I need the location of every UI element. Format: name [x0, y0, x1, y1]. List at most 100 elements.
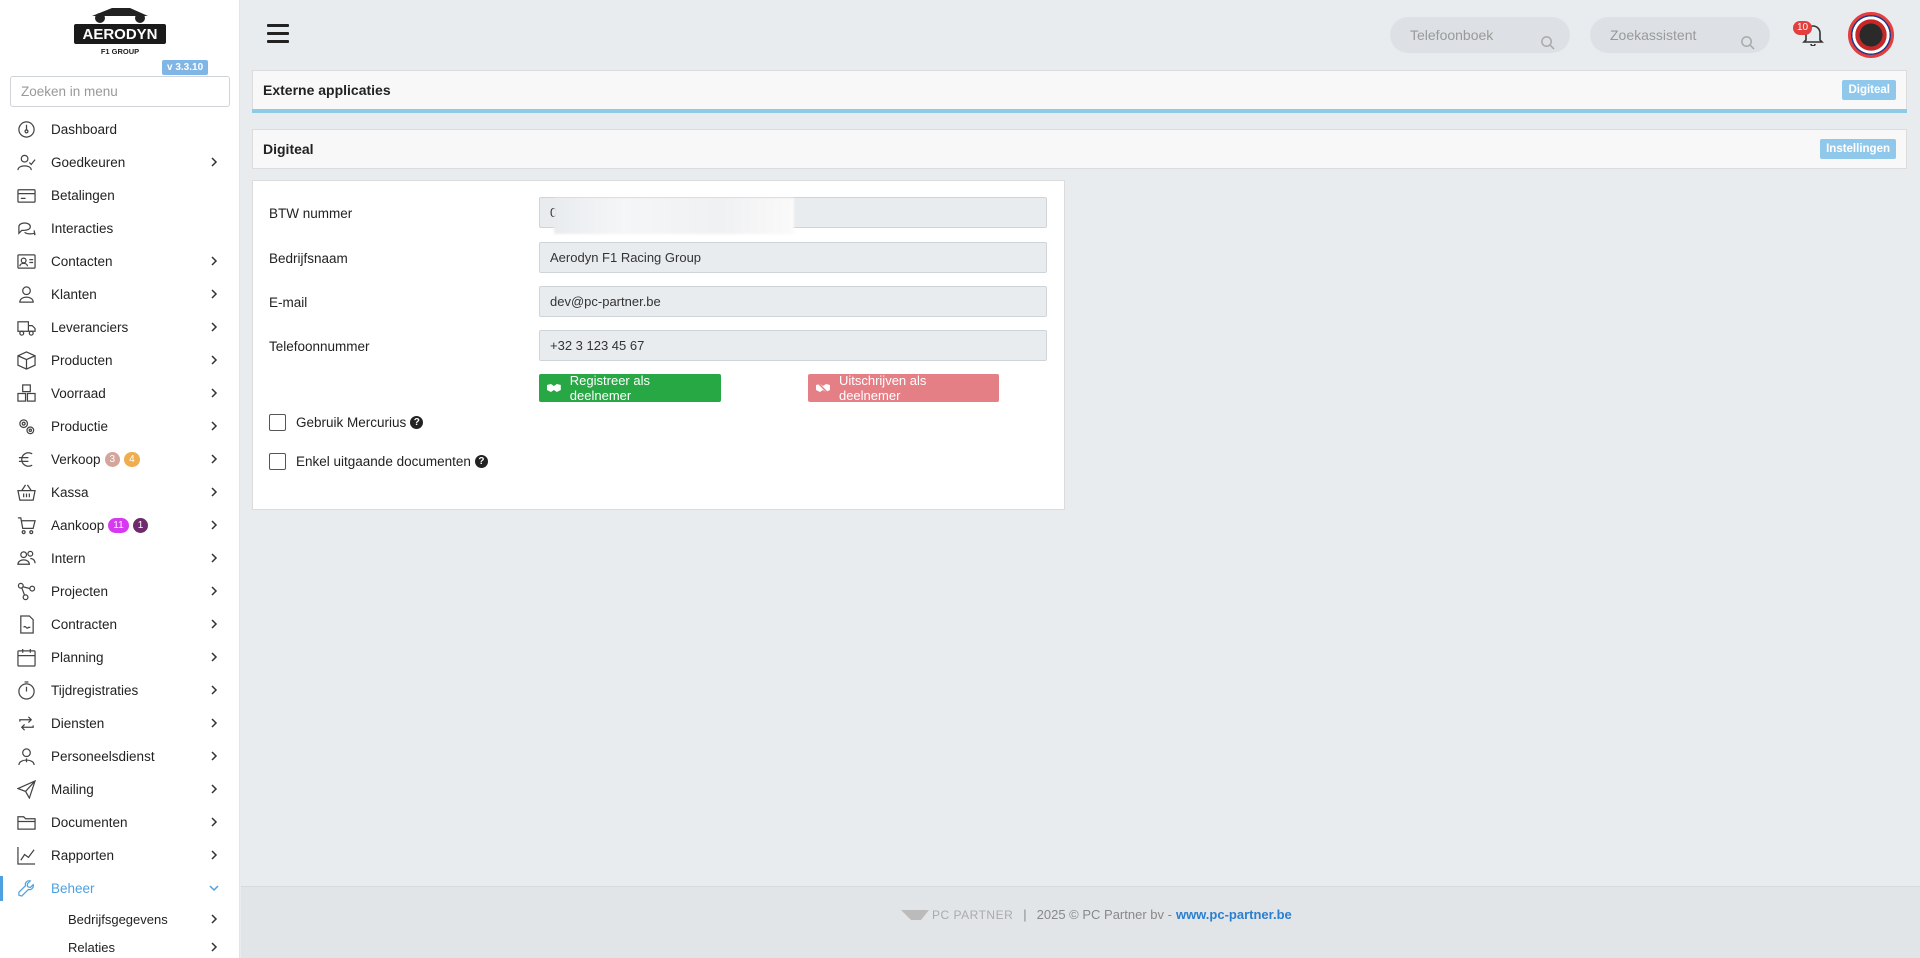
sidebar-item-rapporten[interactable]: Rapporten: [0, 839, 239, 872]
digiteal-section-header: Digiteal Instellingen: [252, 129, 1907, 169]
sidebar-item-leveranciers[interactable]: Leveranciers: [0, 311, 239, 344]
count-badge: 4: [124, 452, 140, 467]
sidebar-item-documenten[interactable]: Documenten: [0, 806, 239, 839]
handshake-icon: [547, 384, 561, 392]
sidebar-item-diensten[interactable]: Diensten: [0, 707, 239, 740]
sidebar-item-beheer[interactable]: Beheer: [0, 872, 239, 905]
sidebar-item-kassa[interactable]: Kassa: [0, 476, 239, 509]
box-icon: [16, 351, 36, 371]
chevron-down-icon: [208, 882, 220, 894]
sidebar-item-label: Verkoop: [51, 452, 101, 467]
chat-icon: [16, 219, 36, 239]
sidebar-subitem-relaties[interactable]: Relaties: [0, 933, 239, 958]
euro-icon: [16, 450, 36, 470]
hamburger-menu-icon[interactable]: [267, 24, 289, 46]
sidebar-item-aankoop[interactable]: Aankoop 11 1: [0, 509, 239, 542]
sidebar-item-tijdregistraties[interactable]: Tijdregistraties: [0, 674, 239, 707]
sidebar-item-label: Tijdregistraties: [51, 683, 139, 698]
sidebar-item-dashboard[interactable]: Dashboard: [0, 113, 239, 146]
email-field[interactable]: dev@pc-partner.be: [539, 286, 1047, 317]
section-title: Digiteal: [263, 141, 314, 157]
email-label: E-mail: [269, 295, 308, 310]
sidebar-item-label: Mailing: [51, 782, 94, 797]
chevron-right-icon: [208, 156, 220, 168]
sidebar-item-mailing[interactable]: Mailing: [0, 773, 239, 806]
vat-number-field[interactable]: 0: [539, 197, 1047, 234]
mercurius-label: Gebruik Mercurius: [296, 415, 407, 430]
chevron-right-icon: [208, 651, 220, 663]
truck-icon: [16, 318, 36, 338]
sidebar-item-planning[interactable]: Planning: [0, 641, 239, 674]
unregister-participant-button[interactable]: Uitschrijven als deelnemer: [808, 373, 999, 403]
assistant-search[interactable]: Zoekassistent: [1590, 17, 1770, 53]
outgoing-only-label: Enkel uitgaande documenten: [296, 454, 471, 469]
sidebar-item-label: Documenten: [51, 815, 128, 830]
wrench-icon: [16, 879, 36, 899]
credit-card-icon: [16, 186, 36, 206]
sidebar-subitem-bedrijfsgegevens[interactable]: Bedrijfsgegevens: [0, 905, 239, 933]
sidebar-item-contracten[interactable]: Contracten: [0, 608, 239, 641]
vat-number-label: BTW nummer: [269, 206, 353, 221]
user-icon: [16, 285, 36, 305]
chevron-right-icon: [208, 486, 220, 498]
phone-field[interactable]: +32 3 123 45 67: [539, 330, 1047, 361]
sidebar-item-interacties[interactable]: Interacties: [0, 212, 239, 245]
logo-subtext: F1 GROUP: [101, 47, 139, 56]
digiteal-tab-button[interactable]: Digiteal: [1842, 80, 1896, 100]
sidebar-item-contacten[interactable]: Contacten: [0, 245, 239, 278]
footer-separator: |: [1023, 907, 1027, 922]
sidebar-item-label: Interacties: [51, 221, 114, 236]
mercurius-checkbox[interactable]: [269, 414, 286, 431]
sidebar-item-goedkeuren[interactable]: Goedkeuren: [0, 146, 239, 179]
sidebar-item-personeelsdienst[interactable]: Personeelsdienst: [0, 740, 239, 773]
count-badge: 11: [108, 518, 129, 533]
sidebar-item-verkoop[interactable]: Verkoop 3 4: [0, 443, 239, 476]
digiteal-form: BTW nummer 0 Bedrijfsnaam Aerodyn F1 Rac…: [252, 180, 1065, 510]
sidebar-item-klanten[interactable]: Klanten: [0, 278, 239, 311]
sidebar-item-label: Diensten: [51, 716, 105, 731]
sidebar-item-productie[interactable]: Productie: [0, 410, 239, 443]
contact-card-icon: [16, 252, 36, 272]
unregister-button-label: Uitschrijven als deelnemer: [838, 373, 927, 403]
sidebar-item-voorraad[interactable]: Voorraad: [0, 377, 239, 410]
sidebar-item-label: Productie: [51, 419, 109, 434]
sidebar-item-projecten[interactable]: Projecten: [0, 575, 239, 608]
gears-icon: [16, 417, 36, 437]
chevron-right-icon: [208, 750, 220, 762]
sidebar-item-label: Klanten: [51, 287, 97, 302]
count-badge: 1: [132, 518, 149, 533]
help-icon[interactable]: ?: [474, 455, 488, 468]
chevron-right-icon: [208, 321, 220, 333]
chevron-right-icon: [208, 255, 220, 267]
outgoing-only-checkbox[interactable]: [269, 453, 286, 470]
company-name-label: Bedrijfsnaam: [269, 251, 348, 266]
calendar-icon: [16, 648, 36, 668]
register-button-label: Registreer als deelnemer: [569, 373, 650, 403]
settings-button[interactable]: Instellingen: [1820, 139, 1896, 159]
sidebar-item-label: Producten: [51, 353, 113, 368]
search-icon: [1740, 27, 1756, 50]
footer: PC PARTNER | 2025 © PC Partner bv - www.…: [241, 886, 1920, 958]
register-participant-button[interactable]: Registreer als deelnemer: [539, 373, 721, 403]
sidebar-item-label: Projecten: [51, 584, 109, 599]
chevron-right-icon: [208, 717, 220, 729]
footer-website-link[interactable]: www.pc-partner.be: [1176, 907, 1292, 922]
sidebar-item-intern[interactable]: Intern: [0, 542, 239, 575]
company-name-field[interactable]: Aerodyn F1 Racing Group: [539, 242, 1047, 273]
user-check-icon: [16, 153, 36, 173]
menu-search-input[interactable]: Zoeken in menu: [10, 76, 230, 107]
company-logo[interactable]: AERODYN F1 GROUP: [72, 2, 168, 58]
user-avatar[interactable]: [1848, 12, 1894, 58]
sidebar-item-betalingen[interactable]: Betalingen: [0, 179, 239, 212]
count-badge: 3: [104, 452, 121, 467]
chevron-right-icon: [208, 618, 220, 630]
logo-text: AERODYN: [82, 26, 157, 43]
sidebar-item-producten[interactable]: Producten: [0, 344, 239, 377]
chevron-right-icon: [208, 783, 220, 795]
sidebar-item-label: Beheer: [51, 881, 95, 896]
pc-partner-logo: PC PARTNER: [901, 908, 1013, 922]
sidebar-item-label: Personeelsdienst: [51, 749, 155, 764]
help-icon[interactable]: ?: [410, 416, 424, 429]
repeat-icon: [16, 714, 36, 734]
phonebook-search[interactable]: Telefoonboek: [1390, 17, 1570, 53]
